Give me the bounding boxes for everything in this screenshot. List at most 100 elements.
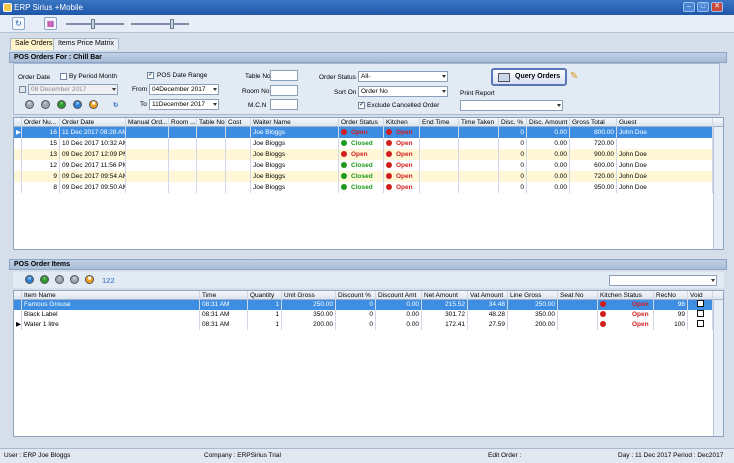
prev-icon[interactable]: ‹ [41,100,50,109]
pos-date-range-checkbox[interactable]: ✓ [147,72,154,79]
order-disc_amt-cell: 0.00 [527,182,570,193]
open-status-icon [600,321,606,327]
pencil-icon[interactable]: ✎ [570,71,578,82]
void-checkbox[interactable] [688,300,713,310]
open-status-icon [386,173,392,179]
sort-on-select[interactable]: Order No [358,86,448,97]
item-time-cell: 08:31 AM [200,320,248,330]
orders-scrollbar[interactable] [713,127,723,249]
stop-icon[interactable]: ■ [89,100,98,109]
col-waiter-name[interactable]: Waiter Name [251,118,339,127]
col-unit-gross[interactable]: Unit Gross [282,291,336,300]
order-row[interactable]: 13 09 Dec 2017 12:09 PM Joe Bloggs Open Open… [14,149,723,160]
col-end-time[interactable]: End Time [420,118,459,127]
item-net-cell: 301.72 [422,310,468,320]
items-last-icon[interactable]: » [70,275,79,284]
col-order-date[interactable]: Order Date [60,118,126,127]
items-next-icon[interactable]: › [55,275,64,284]
item-row[interactable]: Famous Grouse 08:31 AM 1 250.00 0 0.00 215.52 3… [14,300,723,310]
room-no-field[interactable] [270,85,298,96]
col-discount-pct[interactable]: Discount % [336,291,376,300]
item-line-cell: 250.00 [508,300,558,310]
col-void[interactable]: Void [688,291,713,300]
col-quantity[interactable]: Quantity [248,291,282,300]
item-row[interactable]: ▶ Water 1 litre 08:31 AM 1 200.00 0 0.00 172.41… [14,320,723,330]
close-button[interactable]: ✕ [711,2,723,12]
to-date-field[interactable]: 11December 2017 [149,99,219,110]
by-period-checkbox[interactable] [60,73,67,80]
col-discount-amt[interactable]: Discount Amt [376,291,422,300]
item-dpct-cell: 0 [336,320,376,330]
col-order-no[interactable]: Order Nu... [22,118,60,127]
items-filter-select[interactable] [609,275,717,286]
items-count: 122 [102,276,115,285]
col-line-gross[interactable]: Line Gross [508,291,558,300]
exclude-cancelled-checkbox[interactable]: ✓ [358,102,365,109]
room-no-label: Room No [242,88,270,95]
item-row[interactable]: Black Label 08:31 AM 1 350.00 0 0.00 301.72 48.… [14,310,723,320]
first-icon[interactable]: « [25,100,34,109]
col-vat-amount[interactable]: Vat Amount [468,291,508,300]
items-prev-icon[interactable]: « [25,275,34,284]
refresh-icon[interactable]: ↻ [12,17,25,30]
next-icon[interactable]: » [73,100,82,109]
col-cost[interactable]: Cost [226,118,251,127]
col-net-amount[interactable]: Net Amount [422,291,468,300]
minimize-button[interactable]: – [683,2,695,12]
order-waiter-cell: Joe Bloggs [251,160,339,171]
size-slider-handle[interactable] [170,19,174,29]
col-disc-pct[interactable]: Disc. % [499,118,527,127]
col-time-taken[interactable]: Time Taken [459,118,499,127]
status-day-period: Day : 11 Dec 2017 Period : Dec2017 [618,452,724,459]
query-orders-button[interactable]: Query Orders [491,68,567,86]
order-disc_pct-cell: 0 [499,182,527,193]
tab-sale-orders[interactable]: Sale Orders [10,38,58,50]
order-gross-cell: 600.00 [570,160,617,171]
kitchen-cell: Open [384,160,420,171]
order-waiter-cell: Joe Bloggs [251,182,339,193]
mcn-field[interactable] [270,99,298,110]
col-item-name[interactable]: Item Name [22,291,200,300]
col-seat-no[interactable]: Seat No [558,291,598,300]
order-status-select[interactable]: All- [358,71,448,82]
tab-items-price-matrix[interactable]: Items Price Matrix [53,38,120,50]
zoom-slider-handle[interactable] [91,19,95,29]
play-icon[interactable]: › [57,100,66,109]
row-indicator-icon [14,171,22,182]
refresh-small-icon[interactable]: ↻ [113,101,118,109]
order-guest-cell [617,138,713,149]
order-row[interactable]: 9 09 Dec 2017 09:54 AM Joe Bloggs Closed Ope… [14,171,723,182]
col-kitchen[interactable]: Kitchen [384,118,420,127]
from-date-field[interactable]: 04December 2017 [149,84,219,95]
open-status-icon [341,129,347,135]
col-room[interactable]: Room ... [169,118,197,127]
table-no-field[interactable] [270,70,298,81]
filter-panel: Order Date By Period Month 08 December 2… [13,63,720,115]
col-gross-total[interactable]: Gross Total [570,118,617,127]
order-disc_amt-cell: 0.00 [527,160,570,171]
order-date-field[interactable]: 08 December 2017 [28,84,118,95]
col-table-no[interactable]: Table No [197,118,226,127]
maximize-button[interactable]: □ [697,2,709,12]
col-manual-order[interactable]: Manual Ord... [126,118,169,127]
col-time[interactable]: Time [200,291,248,300]
col-disc-amount[interactable]: Disc. Amount [527,118,570,127]
items-scrollbar[interactable] [713,300,723,436]
order-guest-cell: John Doe [617,171,713,182]
void-checkbox[interactable] [688,310,713,320]
col-guest[interactable]: Guest [617,118,713,127]
void-checkbox[interactable] [688,320,713,330]
items-play-icon[interactable]: › [40,275,49,284]
order-row[interactable]: 12 09 Dec 2017 11:56 PM Joe Bloggs Closed Op… [14,160,723,171]
order-row[interactable]: 15 10 Dec 2017 10:32 AM Joe Bloggs Closed Op… [14,138,723,149]
row-indicator-icon [14,160,22,171]
col-recno[interactable]: RecNo [654,291,688,300]
print-report-select[interactable] [460,100,563,111]
order-row[interactable]: 8 09 Dec 2017 09:50 AM Joe Bloggs Closed Ope… [14,182,723,193]
order-row[interactable]: ▶ 16 11 Dec 2017 08:28 AM Joe Bloggs Open Ope… [14,127,723,138]
col-kitchen-status[interactable]: Kitchen Status [598,291,654,300]
items-stop-icon[interactable]: ■ [85,275,94,284]
layout-icon[interactable]: ▦ [44,17,57,30]
col-order-status[interactable]: Order Status [339,118,384,127]
order-date-checkbox[interactable] [19,86,26,93]
